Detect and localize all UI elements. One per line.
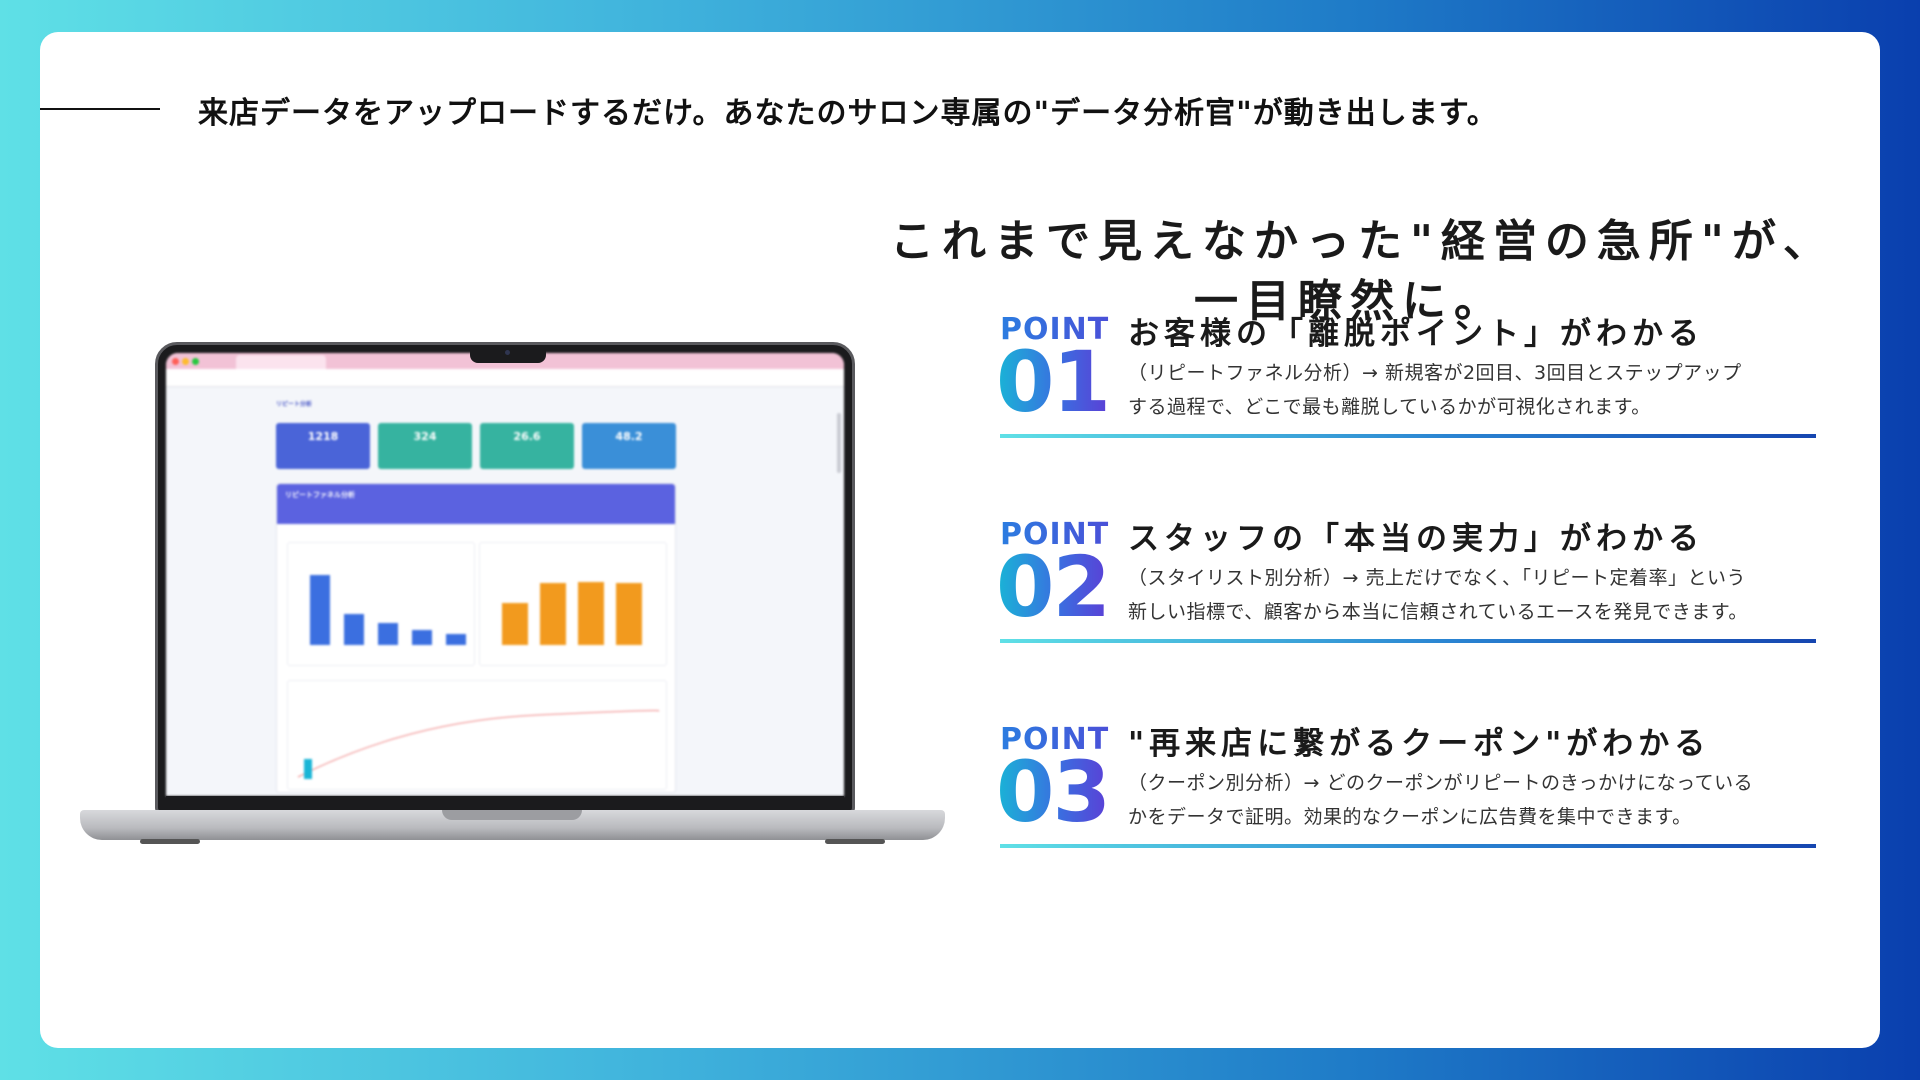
browser-tab	[236, 355, 326, 369]
chart-bar	[378, 622, 398, 645]
minimize-window-icon	[182, 358, 189, 365]
laptop-base-notch	[442, 810, 582, 820]
point-description-line: 新しい指標で、顧客から本当に信頼されているエースを発見できます。	[1128, 601, 1748, 623]
chart-bar	[578, 582, 604, 645]
point-03: POINT 03 "再来店に繋がるクーポン"がわかる （クーポン別分析）→ どの…	[996, 722, 1820, 852]
screen-page-title: リピート分析	[276, 401, 313, 408]
funnel-section-header: リピートファネル分析	[277, 484, 675, 524]
point-number: 01	[996, 333, 1111, 431]
point-description-line: （スタイリスト別分析）→ 売上だけでなく、「リピート定着率」という	[1128, 567, 1746, 589]
chart-bar	[540, 583, 566, 645]
point-description: （リピートファネル分析）→ 新規客が2回目、3回目とステップアップ する過程で、…	[1128, 356, 1828, 424]
point-divider	[1000, 639, 1816, 643]
laptop-foot	[140, 839, 200, 844]
laptop-bezel	[166, 796, 844, 810]
kpi-card: 26.6	[480, 423, 574, 469]
point-divider	[1000, 434, 1816, 438]
kpi-value: 1218	[307, 430, 339, 443]
visit-interval-chart	[287, 680, 667, 790]
chart-bar	[616, 583, 642, 645]
point-number: 03	[996, 743, 1111, 841]
laptop-base	[80, 810, 945, 840]
funnel-section: リピートファネル分析	[276, 483, 676, 793]
chart-bar	[310, 575, 330, 645]
kpi-card: 1218	[276, 423, 370, 469]
laptop-foot	[825, 839, 885, 844]
point-02: POINT 02 スタッフの「本当の実力」がわかる （スタイリスト別分析）→ 売…	[996, 517, 1820, 647]
scrollbar[interactable]	[837, 413, 841, 473]
point-description-line: （リピートファネル分析）→ 新規客が2回目、3回目とステップアップ	[1128, 362, 1742, 384]
close-window-icon	[172, 358, 179, 365]
point-title: お客様の「離脱ポイント」がわかる	[1128, 316, 1704, 352]
kpi-card: 324	[378, 423, 472, 469]
retention-bar-chart	[479, 542, 667, 666]
point-description: （スタイリスト別分析）→ 売上だけでなく、「リピート定着率」という 新しい指標で…	[1128, 561, 1828, 629]
kpi-card: 48.2	[582, 423, 676, 469]
point-description-line: かをデータで証明。効果的なクーポンに広告費を集中できます。	[1128, 806, 1692, 828]
point-divider	[1000, 844, 1816, 848]
chart-bar	[502, 603, 528, 645]
point-title: スタッフの「本当の実力」がわかる	[1128, 521, 1704, 557]
chart-bar	[344, 613, 364, 645]
point-title: "再来店に繋がるクーポン"がわかる	[1128, 726, 1711, 762]
browser-url-bar	[166, 369, 844, 387]
laptop-screen: リピート分析 1218 324 26.6 48.2 リピートファネル分析	[166, 353, 844, 796]
kpi-value: 324	[413, 430, 437, 443]
point-description-line: （クーポン別分析）→ どのクーポンがリピートのきっかけになっている	[1128, 772, 1754, 794]
chart-bar	[446, 633, 466, 645]
laptop-lid: リピート分析 1218 324 26.6 48.2 リピートファネル分析	[155, 342, 855, 814]
kpi-value: 26.6	[513, 430, 541, 443]
top-caption: 来店データをアップロードするだけ。あなたのサロン専属の"データ分析官"が動き出し…	[198, 96, 1498, 131]
point-number: 02	[996, 538, 1111, 636]
point-01: POINT 01 お客様の「離脱ポイント」がわかる （リピートファネル分析）→ …	[996, 312, 1820, 442]
funnel-section-title: リピートファネル分析	[285, 491, 355, 499]
chart-bar	[412, 629, 432, 645]
kpi-value: 48.2	[615, 430, 643, 443]
point-description: （クーポン別分析）→ どのクーポンがリピートのきっかけになっている かをデータで…	[1128, 766, 1828, 834]
point-description-line: する過程で、どこで最も離脱しているかが可視化されます。	[1128, 396, 1651, 418]
visit-interval-svg	[297, 710, 660, 779]
slide-card: 来店データをアップロードするだけ。あなたのサロン専属の"データ分析官"が動き出し…	[40, 32, 1880, 1048]
caption-rule	[40, 108, 160, 110]
camera-notch	[470, 345, 546, 363]
zoom-window-icon	[192, 358, 199, 365]
headline-line-1: これまで見えなかった"経営の急所"が、	[890, 216, 1835, 267]
camera-icon	[505, 350, 510, 355]
funnel-bar-chart	[287, 542, 475, 666]
laptop-mockup: リピート分析 1218 324 26.6 48.2 リピートファネル分析	[80, 342, 945, 882]
